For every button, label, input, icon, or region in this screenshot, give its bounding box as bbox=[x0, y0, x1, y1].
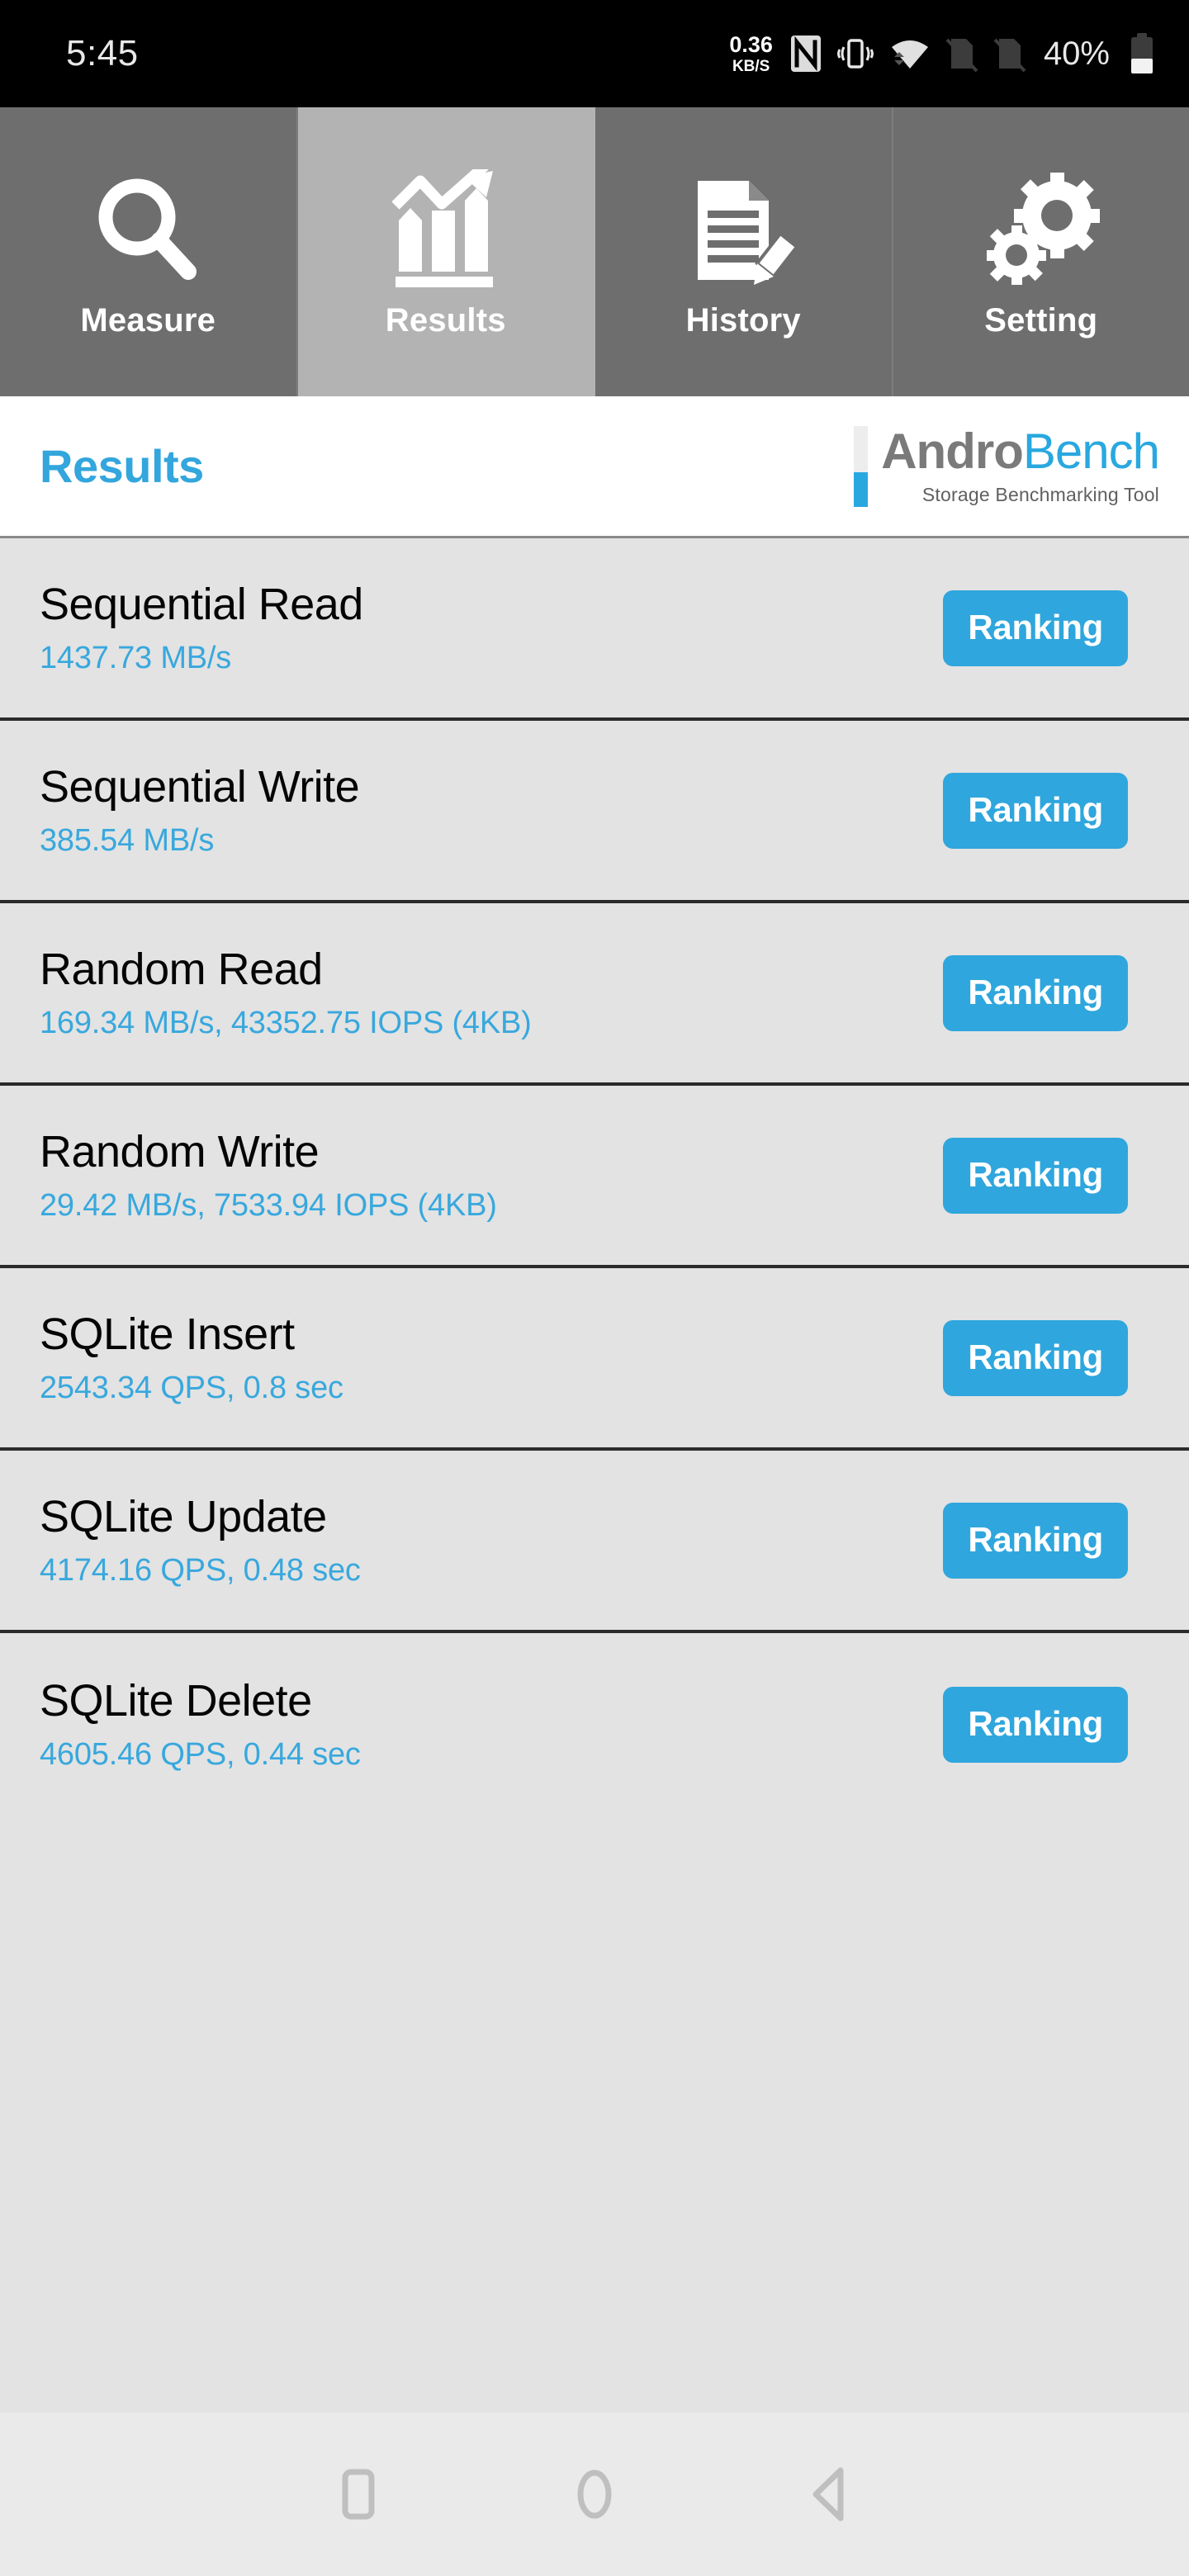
ranking-button[interactable]: Ranking bbox=[943, 1686, 1128, 1763]
status-clock: 5:45 bbox=[66, 33, 139, 73]
logo-bar-gray bbox=[854, 425, 869, 472]
network-speed-indicator: 0.36 KB/S bbox=[729, 31, 773, 75]
status-icons-group: 0.36 KB/S 40% bbox=[729, 32, 1156, 75]
benchmark-value: 1437.73 MB/s bbox=[40, 640, 232, 675]
tab-results[interactable]: Results bbox=[297, 107, 595, 396]
logo-bar-blue bbox=[854, 471, 869, 507]
row-text-group: SQLite Update 4174.16 QPS, 0.48 sec bbox=[40, 1491, 943, 1588]
battery-percentage: 40% bbox=[1043, 35, 1110, 72]
tab-setting[interactable]: Setting bbox=[893, 107, 1189, 396]
tab-history[interactable]: History bbox=[595, 107, 893, 396]
benchmark-name: Sequential Write bbox=[40, 761, 360, 812]
logo-word-bench: Bench bbox=[1022, 423, 1160, 479]
ranking-button[interactable]: Ranking bbox=[943, 590, 1128, 666]
tab-results-label: Results bbox=[385, 301, 506, 339]
square-recents-icon[interactable] bbox=[321, 2457, 396, 2531]
magnifier-icon bbox=[86, 165, 210, 297]
row-text-group: Sequential Read 1437.73 MB/s bbox=[40, 579, 943, 675]
ranking-button[interactable]: Ranking bbox=[943, 772, 1128, 849]
benchmark-value: 2543.34 QPS, 0.8 sec bbox=[40, 1370, 343, 1405]
row-text-group: SQLite Insert 2543.34 QPS, 0.8 sec bbox=[40, 1309, 943, 1405]
network-speed-unit: KB/S bbox=[732, 57, 770, 75]
results-list: Sequential Read 1437.73 MB/s Ranking Seq… bbox=[0, 538, 1189, 2413]
app-header: Results AndroBench Storage Benchmarking … bbox=[0, 396, 1189, 538]
table-row[interactable]: Random Read 169.34 MB/s, 43352.75 IOPS (… bbox=[0, 903, 1189, 1086]
row-text-group: Random Read 169.34 MB/s, 43352.75 IOPS (… bbox=[40, 944, 943, 1040]
benchmark-value: 29.42 MB/s, 7533.94 IOPS (4KB) bbox=[40, 1187, 497, 1223]
benchmark-value: 169.34 MB/s, 43352.75 IOPS (4KB) bbox=[40, 1005, 532, 1040]
benchmark-name: Random Read bbox=[40, 944, 323, 994]
tab-measure-label: Measure bbox=[80, 301, 216, 339]
main-tab-bar: Measure Results History Setting bbox=[0, 107, 1189, 396]
benchmark-value: 4605.46 QPS, 0.44 sec bbox=[40, 1736, 361, 1772]
ranking-button[interactable]: Ranking bbox=[943, 1137, 1128, 1214]
table-row[interactable]: SQLite Update 4174.16 QPS, 0.48 sec Rank… bbox=[0, 1451, 1189, 1633]
ranking-button[interactable]: Ranking bbox=[943, 954, 1128, 1031]
network-speed-value: 0.36 bbox=[729, 31, 773, 57]
nfc-icon bbox=[789, 34, 822, 73]
table-row[interactable]: Sequential Write 385.54 MB/s Ranking bbox=[0, 721, 1189, 903]
logo-word-andro: Andro bbox=[881, 423, 1024, 479]
triangle-back-icon[interactable] bbox=[793, 2457, 868, 2531]
logo-text-group: AndroBench Storage Benchmarking Tool bbox=[881, 423, 1160, 507]
ranking-button[interactable]: Ranking bbox=[943, 1502, 1128, 1579]
table-row[interactable]: Random Write 29.42 MB/s, 7533.94 IOPS (4… bbox=[0, 1086, 1189, 1268]
row-text-group: SQLite Delete 4605.46 QPS, 0.44 sec bbox=[40, 1675, 943, 1772]
document-pencil-icon bbox=[681, 165, 805, 297]
sim-card-disabled-icon bbox=[992, 34, 1027, 73]
vibrate-icon bbox=[836, 34, 875, 73]
gears-icon bbox=[979, 165, 1103, 297]
wifi-icon bbox=[888, 34, 931, 73]
logo-wordmark: AndroBench bbox=[881, 423, 1160, 479]
table-row[interactable]: SQLite Insert 2543.34 QPS, 0.8 sec Ranki… bbox=[0, 1268, 1189, 1451]
androbench-logo: AndroBench Storage Benchmarking Tool bbox=[854, 423, 1160, 507]
bar-chart-arrow-icon bbox=[384, 165, 508, 297]
benchmark-value: 4174.16 QPS, 0.48 sec bbox=[40, 1552, 361, 1588]
table-row[interactable]: Sequential Read 1437.73 MB/s Ranking bbox=[0, 538, 1189, 721]
status-bar: 5:45 0.36 KB/S 40% bbox=[0, 0, 1189, 107]
tab-history-label: History bbox=[685, 301, 801, 339]
table-row[interactable]: SQLite Delete 4605.46 QPS, 0.44 sec Rank… bbox=[0, 1633, 1189, 1816]
row-text-group: Sequential Write 385.54 MB/s bbox=[40, 761, 943, 858]
benchmark-name: SQLite Update bbox=[40, 1491, 327, 1541]
sim-card-disabled-icon bbox=[945, 34, 979, 73]
logo-subtitle: Storage Benchmarking Tool bbox=[921, 483, 1159, 505]
system-navigation-bar bbox=[0, 2413, 1189, 2576]
benchmark-name: Random Write bbox=[40, 1126, 320, 1177]
circle-home-icon[interactable] bbox=[557, 2457, 632, 2531]
benchmark-name: Sequential Read bbox=[40, 579, 363, 629]
benchmark-name: SQLite Delete bbox=[40, 1675, 312, 1726]
benchmark-value: 385.54 MB/s bbox=[40, 822, 215, 858]
benchmark-name: SQLite Insert bbox=[40, 1309, 295, 1359]
row-text-group: Random Write 29.42 MB/s, 7533.94 IOPS (4… bbox=[40, 1126, 943, 1223]
logo-accent-bars bbox=[854, 425, 869, 507]
ranking-button[interactable]: Ranking bbox=[943, 1319, 1128, 1396]
battery-icon bbox=[1128, 32, 1156, 75]
tab-setting-label: Setting bbox=[984, 301, 1098, 339]
page-title: Results bbox=[40, 440, 204, 492]
tab-measure[interactable]: Measure bbox=[0, 107, 298, 396]
